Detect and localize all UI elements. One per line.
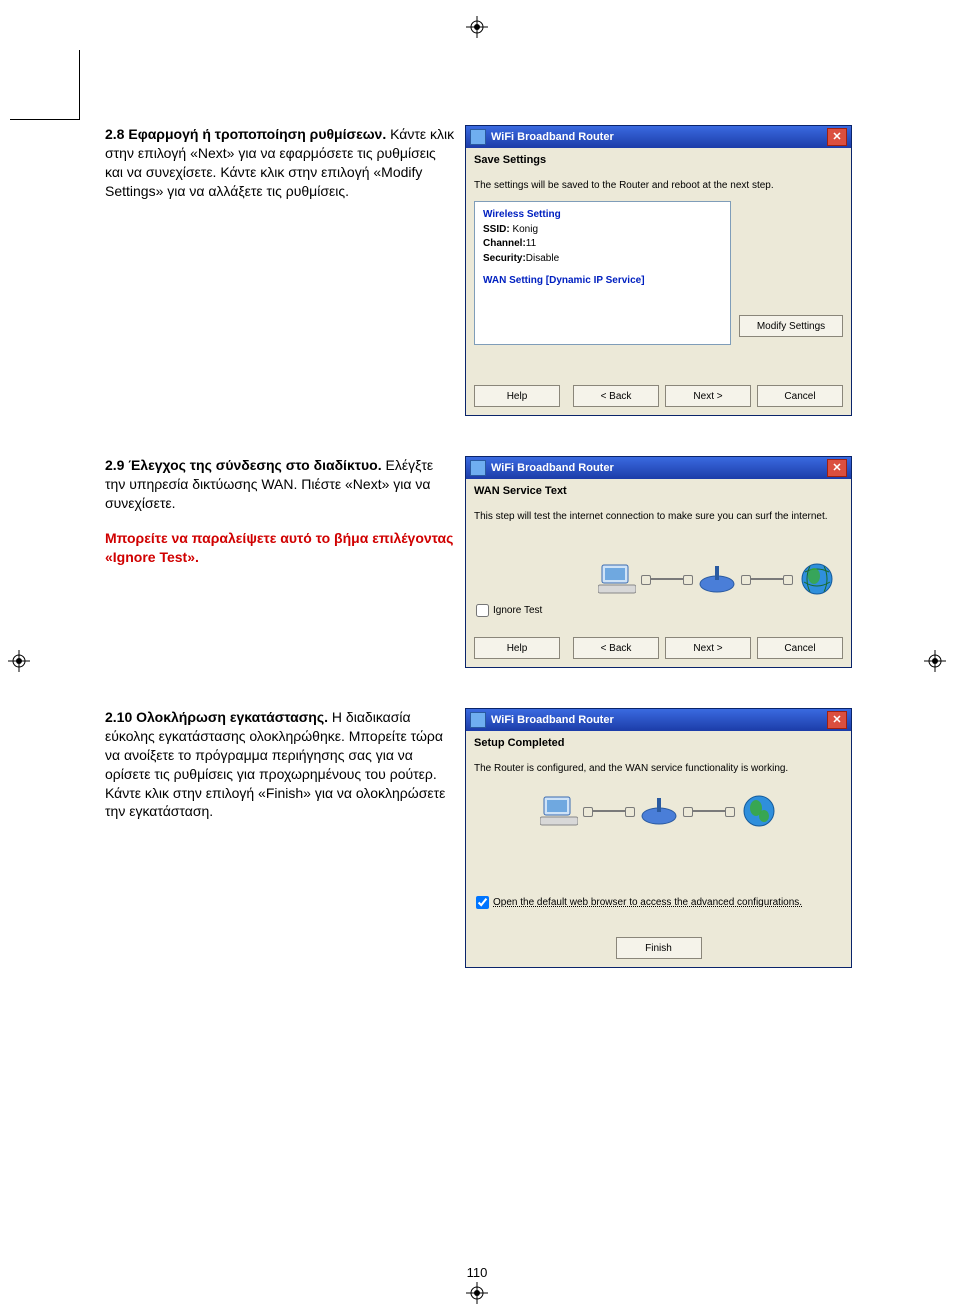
titlebar: WiFi Broadband Router ✕ [466, 709, 851, 731]
dialog-subtitle: Save Settings [474, 154, 843, 166]
globe-icon [797, 562, 837, 596]
ignore-test-checkbox[interactable] [476, 604, 489, 617]
computer-icon [539, 794, 579, 828]
dialog-subtitle: Setup Completed [474, 737, 843, 749]
open-browser-label: Open the default web browser to access t… [493, 897, 802, 908]
router-icon [697, 562, 737, 596]
channel-value: 11 [526, 238, 536, 249]
dialog-setup-completed: WiFi Broadband Router ✕ Setup Completed … [465, 708, 852, 968]
security-label: Security: [483, 253, 526, 264]
close-button[interactable]: ✕ [827, 459, 847, 477]
modify-settings-button[interactable]: Modify Settings [739, 315, 843, 337]
app-icon [470, 129, 486, 145]
close-button[interactable]: ✕ [827, 711, 847, 729]
ssid-label: SSID: [483, 224, 510, 235]
titlebar: WiFi Broadband Router ✕ [466, 126, 851, 148]
registration-mark-icon [466, 1282, 488, 1304]
dialog-message: The Router is configured, and the WAN se… [474, 763, 843, 774]
section-heading: 2.10 Ολοκλήρωση εγκατάστασης. [105, 709, 328, 725]
router-icon [639, 794, 679, 828]
wireless-heading: Wireless Setting [483, 208, 722, 223]
finish-button[interactable]: Finish [616, 937, 702, 959]
crop-mark [10, 50, 80, 120]
help-button[interactable]: Help [474, 637, 560, 659]
app-icon [470, 712, 486, 728]
window-title: WiFi Broadband Router [491, 131, 827, 143]
section-heading: 2.9 Έλεγχος της σύνδεσης στο διαδίκτυο. [105, 457, 382, 473]
wan-heading: WAN Setting [Dynamic IP Service] [483, 274, 722, 289]
connection-wire-icon [687, 810, 731, 812]
section-heading: 2.8 Εφαρμογή ή τροποποίηση ρυθμίσεων. [105, 126, 386, 142]
registration-mark-icon [466, 16, 488, 38]
registration-mark-icon [924, 650, 946, 672]
dialog-subtitle: WAN Service Text [474, 485, 843, 497]
dialog-wan-test: WiFi Broadband Router ✕ WAN Service Text… [465, 456, 852, 668]
section-warning: Μπορείτε να παραλείψετε αυτό το βήμα επι… [105, 529, 455, 567]
back-button[interactable]: < Back [573, 385, 659, 407]
section-body: Η διαδικασία εύκολης εγκατάστασης ολοκλη… [105, 709, 445, 819]
connection-wire-icon [587, 810, 631, 812]
window-title: WiFi Broadband Router [491, 714, 827, 726]
next-button[interactable]: Next > [665, 637, 751, 659]
connection-wire-icon [745, 578, 789, 580]
connection-wire-icon [645, 578, 689, 580]
settings-summary-box: Wireless Setting SSID: Konig Channel:11 … [474, 201, 731, 345]
channel-label: Channel: [483, 238, 526, 249]
help-button[interactable]: Help [474, 385, 560, 407]
security-value: Disable [526, 253, 559, 264]
cancel-button[interactable]: Cancel [757, 637, 843, 659]
window-title: WiFi Broadband Router [491, 462, 827, 474]
globe-icon [739, 794, 779, 828]
close-button[interactable]: ✕ [827, 128, 847, 146]
registration-mark-icon [8, 650, 30, 672]
next-button[interactable]: Next > [665, 385, 751, 407]
page-number: 110 [0, 1265, 954, 1280]
ignore-test-label: Ignore Test [493, 605, 542, 616]
titlebar: WiFi Broadband Router ✕ [466, 457, 851, 479]
computer-icon [597, 562, 637, 596]
cancel-button[interactable]: Cancel [757, 385, 843, 407]
back-button[interactable]: < Back [573, 637, 659, 659]
app-icon [470, 460, 486, 476]
open-browser-checkbox[interactable] [476, 896, 489, 909]
ssid-value: Konig [512, 224, 538, 235]
dialog-save-settings: WiFi Broadband Router ✕ Save Settings Th… [465, 125, 852, 416]
dialog-message: This step will test the internet connect… [474, 511, 843, 522]
dialog-message: The settings will be saved to the Router… [474, 180, 843, 191]
